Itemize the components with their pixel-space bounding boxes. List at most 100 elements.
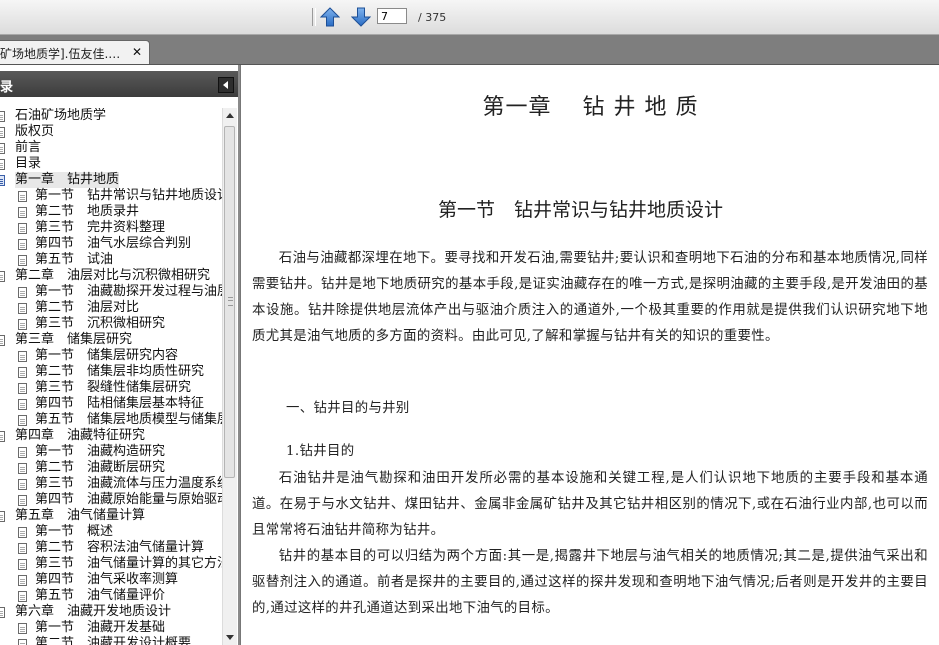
- bookmark-section-item[interactable]: 第一节 储集层研究内容: [0, 348, 222, 364]
- bookmark-section-item[interactable]: 第五节 试油: [0, 252, 222, 268]
- bookmark-section-item[interactable]: 第一节 概述: [0, 524, 222, 540]
- bookmark-label: 第四节 油藏原始能量与原始驱动类型: [35, 492, 222, 507]
- bookmark-page-icon: [18, 367, 27, 378]
- bookmark-section-item[interactable]: 第四节 油气水层综合判别: [0, 236, 222, 252]
- bookmark-label: 第三节 油藏流体与压力温度系统: [35, 476, 222, 491]
- toolbar: / 375: [0, 0, 939, 35]
- bookmark-page-icon: [18, 223, 27, 234]
- bookmark-label: 第一章 钻井地质: [15, 172, 120, 188]
- bookmark-chapter-item[interactable]: 第六章 油藏开发地质设计: [0, 604, 222, 620]
- bookmark-section-item[interactable]: 第二节 油层对比: [0, 300, 222, 316]
- bookmark-label: 第三节 油气储量计算的其它方法: [35, 556, 222, 571]
- bookmark-section-item[interactable]: 第五节 油气储量评价: [0, 588, 222, 604]
- bookmark-page-icon: [18, 415, 27, 426]
- collapse-sidebar-button[interactable]: [218, 77, 234, 93]
- bookmark-page-icon: [18, 591, 27, 602]
- scrollbar-thumb[interactable]: [224, 126, 235, 478]
- scroll-down-button[interactable]: [223, 631, 237, 645]
- close-tab-icon[interactable]: ✕: [132, 45, 142, 59]
- bookmark-chapter-item[interactable]: 第三章 储集层研究: [0, 332, 222, 348]
- section-title: 第一节 钻井常识与钻井地质设计: [437, 199, 723, 221]
- bookmark-section-item[interactable]: 第四节 陆相储集层基本特征: [0, 396, 222, 412]
- bookmark-section-item[interactable]: 第三节 油气储量计算的其它方法: [0, 556, 222, 572]
- bookmark-label: 第五章 油气储量计算: [15, 508, 146, 523]
- bookmark-label: 第一节 储集层研究内容: [35, 348, 179, 363]
- bookmark-page-icon: [0, 335, 5, 346]
- bookmark-section-item[interactable]: 第二节 油藏开发设计概要: [0, 636, 222, 645]
- bookmark-chapter-item[interactable]: 第五章 油气储量计算: [0, 508, 222, 524]
- bookmark-page-icon: [18, 543, 27, 554]
- bookmark-section-item[interactable]: 第三节 裂缝性储集层研究: [0, 380, 222, 396]
- paragraph-drilling-objectives: 钻井的基本目的可以归结为两个方面:其一是,揭露井下地层与油气相关的地质情况;其二…: [252, 549, 928, 616]
- bookmark-section-item[interactable]: 第一节 钻井常识与钻井地质设计: [0, 188, 222, 204]
- scroll-up-button[interactable]: [223, 108, 237, 122]
- bookmark-label: 第五节 试油: [35, 252, 114, 267]
- bookmark-label: 第二章 油层对比与沉积微相研究: [15, 268, 211, 283]
- bookmark-page-icon: [18, 399, 27, 410]
- bookmark-page-icon: [18, 287, 27, 298]
- bookmark-chapter-item[interactable]: 目录: [0, 156, 222, 172]
- bookmark-page-icon: [18, 575, 27, 586]
- previous-page-button[interactable]: [319, 6, 341, 28]
- bookmark-label: 第五节 储集层地质模型与储集层评价: [35, 412, 222, 427]
- bookmark-section-item[interactable]: 第二节 容积法油气储量计算: [0, 540, 222, 556]
- bookmark-section-item[interactable]: 第三节 沉积微相研究: [0, 316, 222, 332]
- paragraph-drilling-definition: 石油钻井是油气勘探和油田开发所必需的基本设施和关键工程,是人们认识地下地质的主要…: [252, 471, 928, 538]
- chapter-title: 第一章 钻 井 地 质: [482, 95, 699, 120]
- bookmark-section-item[interactable]: 第一节 油藏勘探开发过程与油层对比: [0, 284, 222, 300]
- document-tab-title: 矿场地质学].伍友佳.…: [0, 47, 121, 61]
- sidebar-scrollbar[interactable]: [222, 108, 237, 645]
- bookmark-section-item[interactable]: 第二节 油藏断层研究: [0, 460, 222, 476]
- bookmark-section-item[interactable]: 第一节 油藏构造研究: [0, 444, 222, 460]
- bookmark-section-item[interactable]: 第一节 油藏开发基础: [0, 620, 222, 636]
- bookmark-page-icon: [0, 143, 5, 154]
- bookmark-page-icon: [18, 639, 27, 645]
- bookmark-page-icon: [0, 111, 5, 122]
- bookmark-section-item[interactable]: 第二节 储集层非均质性研究: [0, 364, 222, 380]
- bookmark-page-icon: [18, 623, 27, 634]
- bookmark-label: 第一节 概述: [35, 524, 114, 539]
- paragraph-intro: 石油与油藏都深埋在地下。要寻找和开发石油,需要钻井;要认识和查明地下石油的分布和…: [252, 251, 928, 344]
- bookmark-label: 第二节 储集层非均质性研究: [35, 364, 205, 379]
- bookmark-label: 第二节 油层对比: [35, 300, 140, 315]
- bookmarks-sidebar: 录 石油矿场地质学 版权页 前言 目录 第一章 钻井地质 第一节 钻井常识与钻井地质设计第…: [0, 65, 240, 645]
- bookmark-chapter-item[interactable]: 前言: [0, 140, 222, 156]
- bookmark-chapter-item[interactable]: 第一章 钻井地质: [0, 172, 222, 188]
- bookmark-page-icon: [0, 511, 5, 522]
- toolbar-separator: [312, 8, 316, 26]
- bookmark-label: 第三节 沉积微相研究: [35, 316, 166, 331]
- next-page-button[interactable]: [350, 6, 372, 28]
- document-page[interactable]: 第一章 钻 井 地 质 第一节 钻井常识与钻井地质设计 石油与油藏都深埋在地下。…: [240, 65, 939, 645]
- document-tab[interactable]: 矿场地质学].伍友佳.… ✕: [0, 40, 150, 64]
- bookmark-section-item[interactable]: 第三节 完井资料整理: [0, 220, 222, 236]
- bookmark-page-icon: [18, 495, 27, 506]
- bookmark-chapter-item[interactable]: 石油矿场地质学: [0, 108, 222, 124]
- bookmark-page-icon: [18, 319, 27, 330]
- bookmark-chapter-item[interactable]: 版权页: [0, 124, 222, 140]
- bookmark-chapter-item[interactable]: 第二章 油层对比与沉积微相研究: [0, 268, 222, 284]
- bookmark-label: 版权页: [15, 124, 55, 139]
- bookmark-page-icon: [18, 447, 27, 458]
- bookmark-section-item[interactable]: 第三节 油藏流体与压力温度系统: [0, 476, 222, 492]
- bookmark-page-icon: [18, 191, 27, 202]
- bookmark-chapter-item[interactable]: 第四章 油藏特征研究: [0, 428, 222, 444]
- bookmark-section-item[interactable]: 第五节 储集层地质模型与储集层评价: [0, 412, 222, 428]
- scrollbar-grip-icon: [228, 297, 233, 306]
- bookmark-label: 第二节 地质录井: [35, 204, 140, 219]
- bookmark-label: 第四章 油藏特征研究: [15, 428, 146, 443]
- bookmark-page-icon: [0, 607, 5, 618]
- page-total-label: / 375: [418, 11, 447, 24]
- bookmark-label: 第五节 油气储量评价: [35, 588, 166, 603]
- bookmark-label: 第三章 储集层研究: [15, 332, 133, 347]
- sidebar-title: 录: [0, 80, 14, 95]
- bookmark-section-item[interactable]: 第二节 地质录井: [0, 204, 222, 220]
- bookmark-page-icon: [18, 559, 27, 570]
- bookmark-label: 第二节 油藏断层研究: [35, 460, 166, 475]
- bookmark-page-icon: [0, 127, 5, 138]
- bookmark-page-icon: [0, 159, 5, 170]
- bookmark-label: 第三节 完井资料整理: [35, 220, 166, 235]
- page-number-input[interactable]: [377, 8, 407, 24]
- arrow-down-icon: [351, 7, 371, 27]
- bookmark-section-item[interactable]: 第四节 油气采收率测算: [0, 572, 222, 588]
- bookmark-section-item[interactable]: 第四节 油藏原始能量与原始驱动类型: [0, 492, 222, 508]
